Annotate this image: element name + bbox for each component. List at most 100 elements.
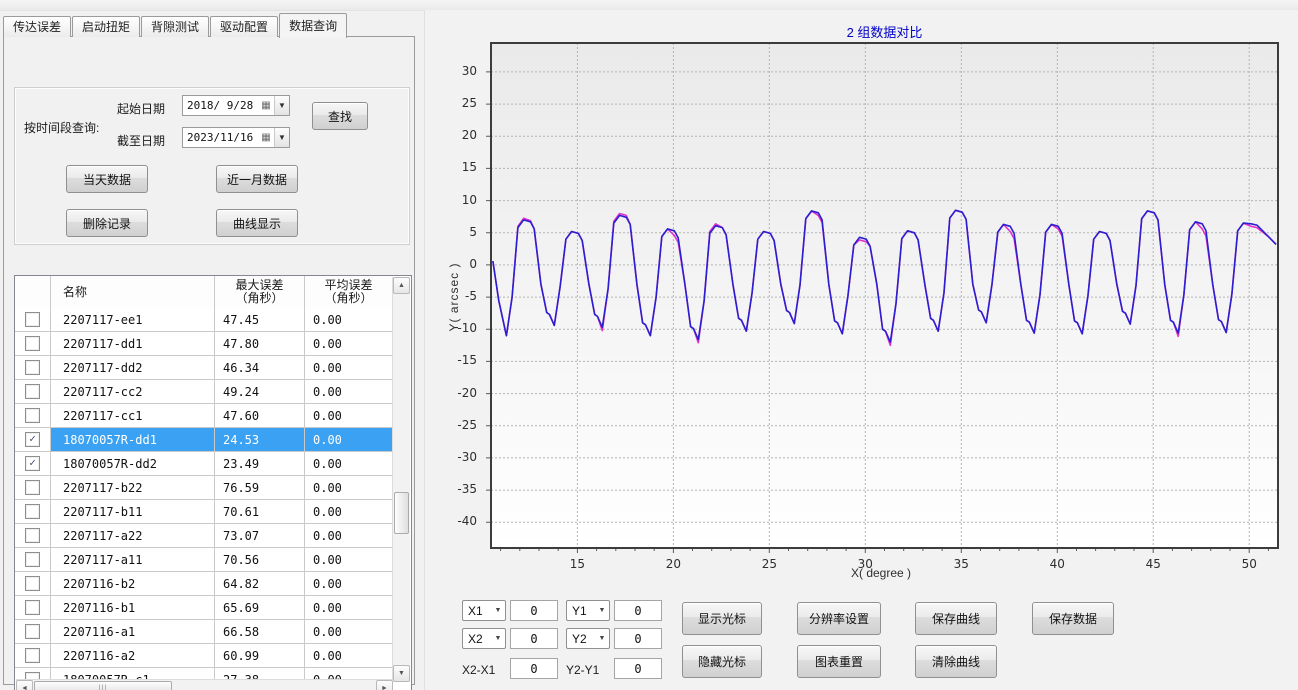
x-tick-label: 20: [657, 557, 689, 571]
cell-name: 2207117-dd2: [51, 356, 215, 379]
cell-avg-error: 0.00: [305, 524, 392, 547]
resolution-settings-button[interactable]: 分辨率设置: [797, 602, 881, 635]
tab-驱动配置[interactable]: 驱动配置: [210, 16, 278, 37]
clear-curve-button[interactable]: 清除曲线: [915, 645, 997, 678]
row-checkbox[interactable]: ✓: [25, 504, 40, 519]
scroll-right-icon[interactable]: ►: [376, 680, 393, 690]
row-checkbox-checked[interactable]: ✓: [25, 456, 40, 471]
row-checkbox[interactable]: ✓: [25, 384, 40, 399]
table-row[interactable]: ✓2207117-a2273.070.00: [15, 524, 392, 548]
table-row[interactable]: ✓2207117-a1170.560.00: [15, 548, 392, 572]
table-row[interactable]: ✓2207116-b264.820.00: [15, 572, 392, 596]
chevron-down-icon: ▼: [491, 607, 505, 614]
scroll-left-icon[interactable]: ◄: [16, 680, 33, 690]
tab-传达误差[interactable]: 传达误差: [3, 16, 71, 37]
chevron-down-icon[interactable]: ▼: [274, 96, 289, 115]
table-row[interactable]: ✓2207117-b2276.590.00: [15, 476, 392, 500]
delete-record-button[interactable]: 删除记录: [66, 209, 148, 237]
hide-cursor-button[interactable]: 隐藏光标: [682, 645, 762, 678]
cell-max-error: 47.80: [215, 332, 305, 355]
y2-y1-label: Y2-Y1: [566, 663, 599, 677]
save-data-button[interactable]: 保存数据: [1032, 602, 1114, 635]
table-row[interactable]: ✓2207117-b1170.610.00: [15, 500, 392, 524]
x2-x1-label: X2-X1: [462, 663, 495, 677]
cell-avg-error: 0.00: [305, 332, 392, 355]
table-row[interactable]: ✓2207116-b165.690.00: [15, 596, 392, 620]
tab-启动扭矩[interactable]: 启动扭矩: [72, 16, 140, 37]
cell-avg-error: 0.00: [305, 620, 392, 643]
vertical-scroll-thumb[interactable]: [394, 492, 409, 534]
y-tick-label: 25: [445, 96, 477, 110]
today-data-button[interactable]: 当天数据: [66, 165, 148, 193]
scroll-up-icon[interactable]: ▲: [393, 277, 410, 294]
row-checkbox[interactable]: ✓: [25, 360, 40, 375]
x1-label: X1: [463, 604, 491, 618]
table-row[interactable]: ✓18070057R-dd124.530.00: [15, 428, 392, 452]
chevron-down-icon[interactable]: ▼: [274, 128, 289, 147]
tab-数据查询[interactable]: 数据查询: [279, 13, 347, 38]
x2-x1-value-field[interactable]: [510, 658, 558, 679]
table-vertical-scrollbar[interactable]: ▲ ▼: [392, 277, 410, 682]
results-table: 名称 最大误差 （角秒） 平均误差 （角秒） ✓2207117-ee147.45…: [14, 275, 412, 690]
y2-y1-value-field[interactable]: [614, 658, 662, 679]
row-checkbox[interactable]: ✓: [25, 528, 40, 543]
header-name[interactable]: 名称: [51, 276, 215, 308]
y-tick-label: 30: [445, 64, 477, 78]
cell-name: 2207117-cc1: [51, 404, 215, 427]
row-checkbox[interactable]: ✓: [25, 624, 40, 639]
row-checkbox[interactable]: ✓: [25, 648, 40, 663]
search-button[interactable]: 查找: [312, 102, 368, 130]
table-row[interactable]: ✓2207116-a166.580.00: [15, 620, 392, 644]
x2-cursor-select[interactable]: X2 ▼: [462, 628, 506, 649]
table-row[interactable]: ✓2207117-cc249.240.00: [15, 380, 392, 404]
cell-avg-error: 0.00: [305, 308, 392, 331]
header-select: [15, 276, 51, 308]
tab-背隙测试[interactable]: 背隙测试: [141, 16, 209, 37]
y1-value-field[interactable]: [614, 600, 662, 621]
header-avg-error[interactable]: 平均误差 （角秒）: [305, 276, 392, 308]
row-checkbox[interactable]: ✓: [25, 480, 40, 495]
scroll-down-icon[interactable]: ▼: [393, 665, 410, 682]
cell-name: 2207117-b11: [51, 500, 215, 523]
show-cursor-button[interactable]: 显示光标: [682, 602, 762, 635]
row-checkbox[interactable]: ✓: [25, 312, 40, 327]
x2-value-field[interactable]: [510, 628, 558, 649]
y-tick-label: -15: [445, 353, 477, 367]
table-row[interactable]: ✓2207117-ee147.450.00: [15, 308, 392, 332]
y1-cursor-select[interactable]: Y1 ▼: [566, 600, 610, 621]
table-horizontal-scrollbar[interactable]: ◄ ||| ►: [16, 679, 393, 690]
y2-cursor-select[interactable]: Y2 ▼: [566, 628, 610, 649]
cell-max-error: 73.07: [215, 524, 305, 547]
row-checkbox[interactable]: ✓: [25, 552, 40, 567]
horizontal-scroll-thumb[interactable]: |||: [34, 681, 172, 690]
x1-value-field[interactable]: [510, 600, 558, 621]
table-row[interactable]: ✓2207117-dd147.800.00: [15, 332, 392, 356]
time-query-label: 按时间段查询:: [24, 119, 99, 136]
table-row[interactable]: ✓2207116-a260.990.00: [15, 644, 392, 668]
cell-name: 18070057R-dd2: [51, 452, 215, 475]
last-month-data-button[interactable]: 近一月数据: [216, 165, 298, 193]
chevron-down-icon: ▼: [491, 635, 505, 642]
x1-cursor-select[interactable]: X1 ▼: [462, 600, 506, 621]
row-checkbox[interactable]: ✓: [25, 576, 40, 591]
cell-max-error: 70.61: [215, 500, 305, 523]
start-date-picker[interactable]: 2018/ 9/28 ▦ ▼: [182, 95, 290, 116]
cell-name: 2207116-b1: [51, 596, 215, 619]
row-checkbox[interactable]: ✓: [25, 336, 40, 351]
row-checkbox[interactable]: ✓: [25, 408, 40, 423]
table-row[interactable]: ✓18070057R-dd223.490.00: [15, 452, 392, 476]
check-icon: ✓: [29, 432, 36, 445]
table-row[interactable]: ✓2207117-cc147.600.00: [15, 404, 392, 428]
cell-max-error: 24.53: [215, 428, 305, 451]
chart-reset-button[interactable]: 图表重置: [797, 645, 881, 678]
row-checkbox-checked[interactable]: ✓: [25, 432, 40, 447]
save-curve-button[interactable]: 保存曲线: [915, 602, 997, 635]
table-row[interactable]: ✓2207117-dd246.340.00: [15, 356, 392, 380]
curve-display-button[interactable]: 曲线显示: [216, 209, 298, 237]
y2-value-field[interactable]: [614, 628, 662, 649]
table-header: 名称 最大误差 （角秒） 平均误差 （角秒）: [15, 276, 392, 309]
start-date-value: 2018/ 9/28: [183, 99, 258, 112]
header-max-error[interactable]: 最大误差 （角秒）: [215, 276, 305, 308]
row-checkbox[interactable]: ✓: [25, 600, 40, 615]
end-date-picker[interactable]: 2023/11/16 ▦ ▼: [182, 127, 290, 148]
